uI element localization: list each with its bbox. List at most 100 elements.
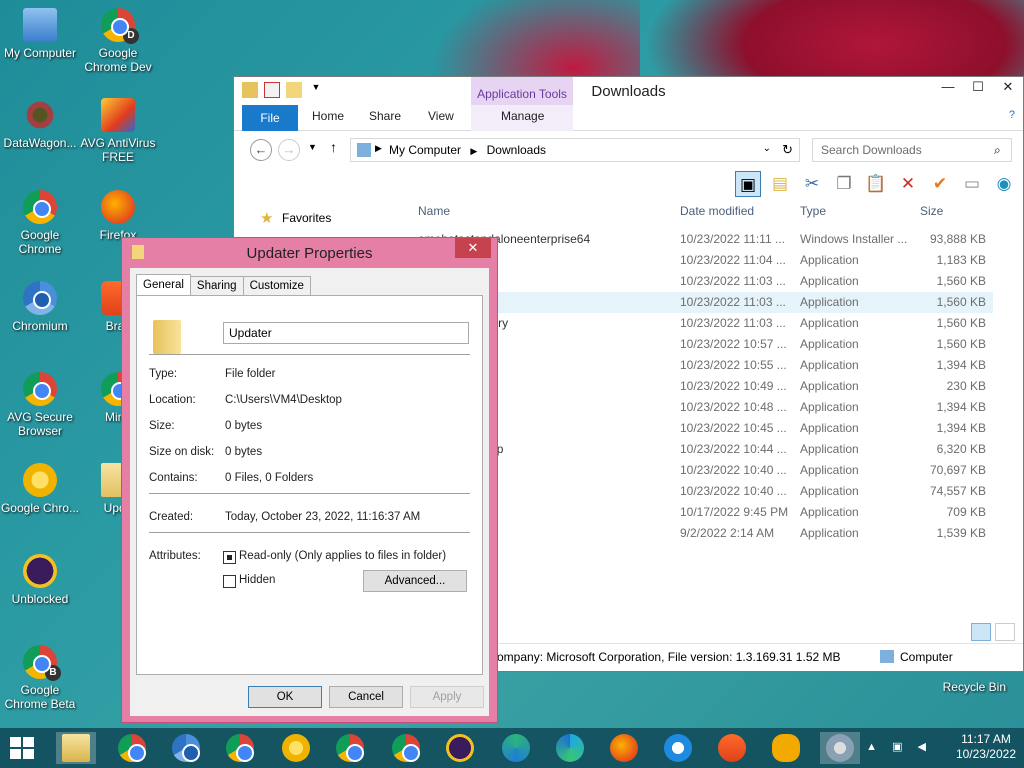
file-row[interactable]: us_free_setup10/23/2022 10:49 ...Applica… [414,376,993,397]
search-icon[interactable]: ⌕ [994,143,1001,158]
search-input[interactable]: Search Downloads [812,138,1012,162]
taskbar-internet-explorer[interactable] [658,732,698,764]
taskbar-avg-browser[interactable] [220,732,260,764]
details-view-icon[interactable] [971,623,991,641]
desktop-icon-datawagon[interactable]: DataWagon... [0,98,80,150]
desktop-icon-label: Unblocked [11,592,69,606]
file-row[interactable]: 9/2/2022 2:14 AM Application 1,539 KB [414,523,993,544]
refresh-icon[interactable]: ↻ [782,142,793,158]
desktop-icon-chromium[interactable]: Chromium [0,281,80,333]
file-row[interactable]: dgeSetupDev10/23/2022 11:03 ...Applicati… [414,292,993,313]
taskbar-edge[interactable] [550,732,590,764]
tab-sharing[interactable]: Sharing [189,276,244,296]
taskbar-chrome-canary[interactable] [276,732,316,764]
desktop-icon-avg-antivirus[interactable]: AVG AntiVirus FREE [78,98,158,164]
cancel-button[interactable]: Cancel [329,686,403,708]
file-row[interactable]: emebetastandaloneenterprise64 10/23/2022 … [414,229,993,250]
desktop-icon-my-computer[interactable]: My Computer [0,8,80,60]
tab-home[interactable]: Home [312,109,344,123]
file-row[interactable]: up10/23/2022 10:45 ...Application1,394 K… [414,418,993,439]
breadcrumb-my-computer[interactable]: My Computer [389,143,461,157]
column-size[interactable]: Size [920,204,943,218]
cut-icon[interactable]: ✂ [799,171,825,197]
close-button[interactable]: ✕ [993,77,1023,99]
breadcrumb[interactable]: My Computer ▶ Downloads [389,143,546,157]
back-button[interactable]: ← [250,139,272,161]
desktop-icon-avg-secure-browser[interactable]: AVG Secure Browser [0,372,80,438]
file-type: Application [800,253,859,267]
checkmark-icon[interactable]: ✔ [927,171,953,197]
folder-name-input[interactable]: Updater [223,322,469,344]
ok-button[interactable]: OK [248,686,322,708]
minimize-button[interactable]: — [933,77,963,99]
contains-value: 0 Files, 0 Folders [225,472,314,484]
delete-icon[interactable]: ✕ [895,171,921,197]
taskbar-chrome[interactable] [112,732,152,764]
maximize-button[interactable]: ☐ [963,77,993,99]
desktop-icon-chrome-dev[interactable]: D Google Chrome Dev [78,8,158,74]
taskbar-chrome-beta[interactable] [330,732,370,764]
chevron-down-icon[interactable]: ⌄ [763,143,771,154]
explorer-titlebar[interactable]: ▼ Application Tools Downloads — ☐ ✕ [234,77,1023,105]
forward-button[interactable]: → [278,139,300,161]
taskbar-edge-canary[interactable] [496,732,536,764]
preview-pane-icon[interactable]: ▣ [735,171,761,197]
file-row[interactable]: _browser_setup10/23/2022 10:44 ...Applic… [414,439,993,460]
large-icons-view-icon[interactable] [995,623,1015,641]
hidden-checkbox[interactable] [223,575,236,588]
divider [149,493,470,494]
start-button[interactable] [10,737,36,761]
desktop-icon-google-chrome-2[interactable]: Google Chro... [0,463,80,515]
help-icon[interactable]: ? [1009,109,1015,121]
rename-icon[interactable]: ▭ [959,171,985,197]
taskbar-firefox[interactable] [604,732,644,764]
desktop-icon-unblocked[interactable]: Unblocked [0,554,80,606]
dialog-titlebar[interactable]: Updater Properties ✕ [122,238,497,268]
copy-icon[interactable]: ❐ [831,171,857,197]
desktop-icon-google-chrome[interactable]: Google Chrome [0,190,80,256]
system-tray-icons[interactable]: ▲ ▣ ◀ [866,740,932,753]
move-to-icon[interactable]: ▤ [767,171,793,197]
advanced-button[interactable]: Advanced... [363,570,467,592]
close-button[interactable]: ✕ [455,238,491,258]
paste-icon[interactable]: 📋 [863,171,889,197]
file-row[interactable]: er10/23/2022 10:40 ...Application74,557 … [414,481,993,502]
column-date-modified[interactable]: Date modified [680,204,754,218]
file-row[interactable]: serSetup10/23/2022 11:04 ...Application1… [414,250,993,271]
column-name[interactable]: Name [418,204,450,218]
clock[interactable]: 11:17 AM 10/23/2022 [956,732,1016,762]
file-row[interactable]: up (2)10/23/2022 10:55 ...Application1,3… [414,355,993,376]
apply-button[interactable]: Apply [410,686,484,708]
taskbar-file-explorer[interactable] [56,732,96,764]
tab-share[interactable]: Share [369,109,401,123]
taskbar-chrome-dev[interactable] [386,732,426,764]
tab-file[interactable]: File [242,105,298,131]
desktop-icon-firefox[interactable]: Firefox [78,190,158,242]
column-type[interactable]: Type [800,204,826,218]
tab-view[interactable]: View [428,109,454,123]
file-row[interactable]: dgeSetupCanary10/23/2022 11:03 ...Applic… [414,313,993,334]
recent-locations-icon[interactable]: ▼ [308,142,317,152]
file-row[interactable]: 10/17/2022 9:45 PM Application 709 KB [414,502,993,523]
taskbar-unblocked[interactable] [440,732,480,764]
breadcrumb-downloads[interactable]: Downloads [487,143,546,157]
taskbar-chromium[interactable] [166,732,206,764]
file-row[interactable]: dgeSetup10/23/2022 10:57 ...Application1… [414,334,993,355]
tab-customize[interactable]: Customize [242,276,311,296]
taskbar-disc-app[interactable] [820,732,860,764]
taskbar-app[interactable] [766,732,806,764]
up-arrow-icon[interactable]: ↑ [330,139,337,155]
desktop-icon-chrome-beta[interactable]: B Google Chrome Beta [0,645,80,711]
address-bar[interactable]: ▶ My Computer ▶ Downloads ⌄ ↻ [350,138,800,162]
tab-manage[interactable]: Manage [501,109,544,123]
globe-icon[interactable]: ◉ [991,171,1017,197]
file-row[interactable]: up (1)10/23/2022 10:48 ...Application1,3… [414,397,993,418]
file-row[interactable]: dgeSetupBeta10/23/2022 11:03 ...Applicat… [414,271,993,292]
taskbar-brave[interactable] [712,732,752,764]
updater-properties-dialog[interactable]: Updater Properties ✕ General Sharing Cus… [121,237,498,723]
tab-general[interactable]: General [136,274,191,296]
nav-favorites[interactable]: Favorites [282,211,331,225]
recycle-bin-label[interactable]: Recycle Bin [943,680,1006,694]
file-row[interactable]: er (1)10/23/2022 10:40 ...Application70,… [414,460,993,481]
readonly-checkbox[interactable] [223,551,236,564]
